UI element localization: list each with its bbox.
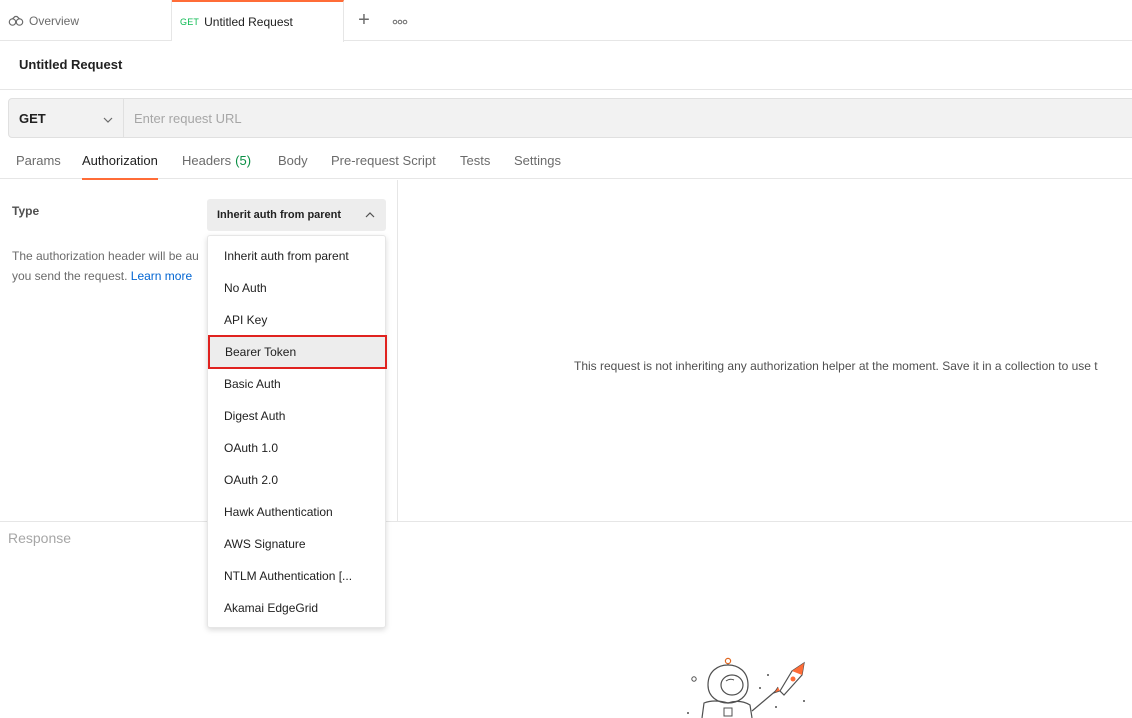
url-input[interactable]	[124, 99, 1132, 137]
auth-description-line2: you send the request. Learn more	[12, 266, 208, 286]
auth-option-no-auth[interactable]: No Auth	[208, 272, 385, 304]
auth-type-dropdown: Inherit auth from parent No Auth API Key…	[207, 235, 387, 628]
auth-option-oauth-2[interactable]: OAuth 2.0	[208, 464, 385, 496]
chevron-down-icon	[103, 111, 113, 126]
tab-pre-request-script-label: Pre-request Script	[331, 152, 436, 168]
tab-body-label: Body	[278, 152, 308, 168]
tab-strip: Overview GET Untitled Request +	[0, 0, 1132, 42]
tab-method-badge: GET	[180, 17, 200, 27]
auth-description-text: you send the request.	[12, 269, 128, 283]
chevron-up-icon	[365, 209, 375, 221]
auth-type-select[interactable]: Inherit auth from parent	[207, 199, 386, 231]
plus-icon: +	[358, 9, 370, 31]
request-title[interactable]: Untitled Request	[19, 57, 122, 72]
tab-untitled-request[interactable]: GET Untitled Request	[172, 0, 344, 42]
auth-type-value: Inherit auth from parent	[217, 209, 342, 221]
overview-icon	[8, 15, 24, 27]
auth-option-api-key[interactable]: API Key	[208, 304, 385, 336]
learn-more-link[interactable]: Learn more	[131, 269, 192, 283]
tab-body[interactable]: Body	[278, 141, 308, 179]
more-tabs-button[interactable]	[388, 0, 412, 41]
more-icon	[392, 14, 408, 28]
tab-pre-request-script[interactable]: Pre-request Script	[331, 141, 436, 179]
auth-option-ntlm[interactable]: NTLM Authentication [...	[208, 560, 385, 592]
request-subtabs: Params Authorization Headers (5) Body Pre…	[0, 141, 1132, 180]
method-select[interactable]: GET	[9, 99, 124, 137]
auth-info-message: This request is not inheriting any autho…	[574, 359, 1098, 373]
astronaut-illustration	[680, 655, 820, 718]
url-bar: GET	[8, 98, 1132, 138]
auth-option-hawk[interactable]: Hawk Authentication	[208, 496, 385, 528]
auth-option-basic-auth[interactable]: Basic Auth	[208, 368, 385, 400]
tab-overview[interactable]: Overview	[0, 0, 172, 41]
method-value: GET	[19, 110, 46, 126]
tab-tests-label: Tests	[460, 152, 491, 168]
new-tab-button[interactable]: +	[352, 0, 376, 41]
tab-request-label: Untitled Request	[204, 15, 293, 29]
headers-count-badge: (5)	[235, 152, 252, 168]
auth-option-aws-signature[interactable]: AWS Signature	[208, 528, 385, 560]
tab-settings[interactable]: Settings	[514, 141, 561, 179]
tab-params-label: Params	[16, 152, 61, 168]
auth-description: The authorization header will be au you …	[12, 246, 208, 286]
auth-option-oauth-1[interactable]: OAuth 1.0	[208, 432, 385, 464]
auth-option-digest-auth[interactable]: Digest Auth	[208, 400, 385, 432]
tab-authorization[interactable]: Authorization	[82, 141, 158, 180]
response-divider[interactable]	[0, 521, 1132, 522]
auth-option-akamai[interactable]: Akamai EdgeGrid	[208, 592, 385, 624]
tab-settings-label: Settings	[514, 152, 561, 168]
response-label: Response	[8, 530, 72, 546]
auth-type-label: Type	[12, 204, 40, 218]
tab-headers[interactable]: Headers (5)	[182, 141, 251, 179]
tab-authorization-label: Authorization	[82, 152, 158, 168]
tab-params[interactable]: Params	[16, 141, 61, 179]
auth-option-bearer-token[interactable]: Bearer Token	[208, 335, 387, 369]
divider	[0, 89, 1132, 90]
tab-tests[interactable]: Tests	[460, 141, 490, 179]
tab-headers-label: Headers	[182, 152, 232, 168]
tab-overview-label: Overview	[29, 13, 80, 28]
auth-option-inherit[interactable]: Inherit auth from parent	[208, 240, 385, 272]
auth-description-line1: The authorization header will be au	[12, 249, 199, 263]
